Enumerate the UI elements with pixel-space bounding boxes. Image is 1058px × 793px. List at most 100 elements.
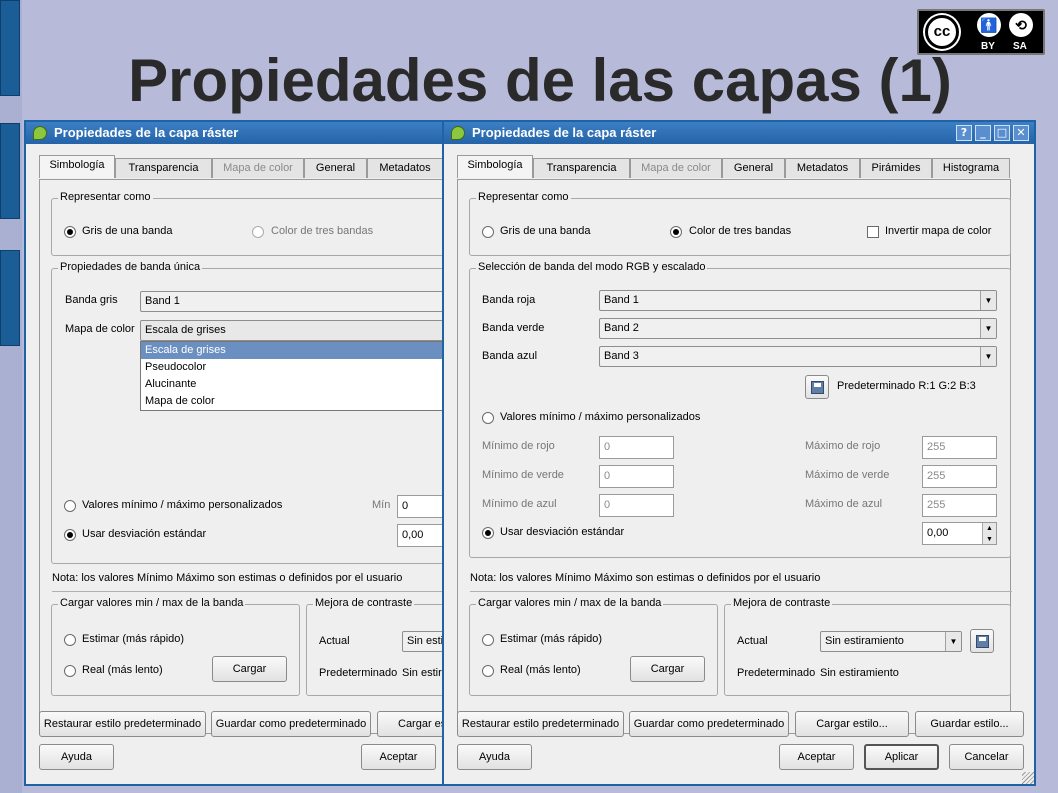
combo-value: Band 1 [604,294,639,306]
tab-histograma[interactable]: Histograma [932,158,1010,178]
radio-real[interactable] [482,665,494,677]
left-tab-pane: Representar como Gris de una banda Color… [39,179,444,734]
accept-button[interactable]: Aceptar [779,744,854,770]
save-as-default-button[interactable]: Guardar como predeterminado [629,711,789,737]
min-red-field[interactable]: 0 [599,436,674,459]
contrast-combo[interactable]: Sin estiramiento [402,631,444,652]
help-button[interactable]: Ayuda [39,744,114,770]
maximize-icon[interactable]: □ [994,125,1010,141]
slide-left-margin [0,0,22,793]
dropdown-option[interactable]: Escala de grises [141,342,444,359]
right-contrast-group: Mejora de contraste Actual Sin estiramie… [724,597,1011,696]
invert-color-map-checkbox[interactable] [867,226,879,238]
min-green-field[interactable]: 0 [599,465,674,488]
save-as-default-button[interactable]: Guardar como predeterminado [211,711,371,737]
combo-value: Sin estiramiento [825,635,904,647]
divider [52,591,444,592]
save-disk-icon [976,635,989,648]
apply-button[interactable]: Aplicar [864,744,939,770]
rgb-band-selection-group: Selección de banda del modo RGB y escala… [469,261,1011,558]
dropdown-option[interactable]: Alucinante [141,376,444,393]
green-band-combo[interactable]: Band 2 ▼ [599,318,997,339]
load-style-button[interactable]: Cargar estilo... [795,711,909,737]
save-style-button[interactable]: Guardar estilo... [915,711,1024,737]
max-red-field[interactable]: 255 [922,436,997,459]
min-red-label: Mínimo de rojo [482,440,555,452]
note-text: Nota: los valores Mínimo Máximo son esti… [470,572,821,584]
min-blue-field[interactable]: 0 [599,494,674,517]
load-style-button[interactable]: Cargar estilo... [377,711,444,737]
save-default-bands-button[interactable] [805,375,829,399]
tab-general[interactable]: General [722,158,785,178]
contrast-combo[interactable]: Sin estiramiento ▼ [820,631,962,652]
radio-three-band[interactable] [252,226,264,238]
minimize-icon[interactable]: _ [975,125,991,141]
radio-estimate[interactable] [64,634,76,646]
radio-gray-band[interactable] [482,226,494,238]
std-dev-spinbox[interactable]: 0,00 ▲ ▼ [922,522,997,545]
radio-three-band[interactable] [670,226,682,238]
tab-metadatos[interactable]: Metadatos [785,158,860,178]
tab-simbologia[interactable]: Simbología [39,155,115,178]
std-dev-field[interactable]: 0,00 [397,524,444,547]
group-label: Selección de banda del modo RGB y escala… [476,261,708,273]
slide-decoration-bar [0,250,20,346]
green-band-label: Banda verde [482,322,545,334]
right-tab-pane: Representar como Gris de una banda Color… [457,179,1012,734]
tab-general[interactable]: General [304,158,367,178]
qgis-icon [451,126,465,140]
slide-title: Propiedades de las capas (1) [128,47,952,114]
right-dialog-titlebar[interactable]: Propiedades de la capa ráster ? _ □ ✕ [444,122,1034,144]
slide-decoration-bar [0,123,20,219]
load-button[interactable]: Cargar [630,656,705,682]
radio-real[interactable] [64,665,76,677]
help-icon[interactable]: ? [956,125,972,141]
dropdown-option[interactable]: Mapa de color [141,393,444,410]
radio-std-dev[interactable] [482,527,494,539]
red-band-combo[interactable]: Band 1 ▼ [599,290,997,311]
blue-band-label: Banda azul [482,350,538,362]
spin-arrows-icon[interactable]: ▲ ▼ [982,523,996,544]
save-contrast-button[interactable] [970,629,994,653]
left-dialog-titlebar[interactable]: Propiedades de la capa ráster [26,122,444,144]
radio-label: Color de tres bandas [689,225,792,237]
max-green-field[interactable]: 255 [922,465,997,488]
combo-value: Band 2 [604,322,639,334]
divider [470,591,1012,592]
restore-default-style-button[interactable]: Restaurar estilo predeterminado [457,711,624,737]
tab-mapa-de-color[interactable]: Mapa de color [630,158,722,178]
checkbox-label: Invertir mapa de color [885,225,992,237]
dropdown-option[interactable]: Pseudocolor [141,359,444,376]
tab-transparencia[interactable]: Transparencia [533,158,630,178]
chevron-down-icon: ▼ [980,347,996,366]
radio-estimate[interactable] [482,634,494,646]
close-icon[interactable]: ✕ [1013,125,1029,141]
group-label: Representar como [58,191,153,203]
load-button[interactable]: Cargar [212,656,287,682]
restore-default-style-button[interactable]: Restaurar estilo predeterminado [39,711,206,737]
gray-band-combo[interactable]: Band 1 [140,291,444,312]
radio-gray-band[interactable] [64,226,76,238]
qgis-icon [33,126,47,140]
tab-piramides[interactable]: Pirámides [860,158,932,178]
max-blue-field[interactable]: 255 [922,494,997,517]
tab-mapa-de-color[interactable]: Mapa de color [212,158,304,178]
tab-metadatos[interactable]: Metadatos [367,158,443,178]
cancel-button[interactable]: Cancelar [949,744,1024,770]
blue-band-combo[interactable]: Band 3 ▼ [599,346,997,367]
tab-transparencia[interactable]: Transparencia [115,158,212,178]
color-map-combo[interactable]: Escala de grises [140,320,444,341]
accept-button[interactable]: Aceptar [361,744,436,770]
resize-grip-icon[interactable] [1022,772,1034,784]
default-label: Predeterminado [737,667,816,679]
radio-custom-minmax[interactable] [64,500,76,512]
help-button[interactable]: Ayuda [457,744,532,770]
max-green-label: Máximo de verde [805,469,890,481]
tab-simbologia[interactable]: Simbología [457,155,533,178]
radio-std-dev[interactable] [64,529,76,541]
min-field[interactable]: 0 [397,495,444,518]
radio-custom-minmax[interactable] [482,412,494,424]
radio-label: Gris de una banda [82,225,173,237]
right-load-group: Cargar valores min / max de la banda Est… [469,597,718,696]
right-render-group: Representar como Gris de una banda Color… [469,191,1011,256]
